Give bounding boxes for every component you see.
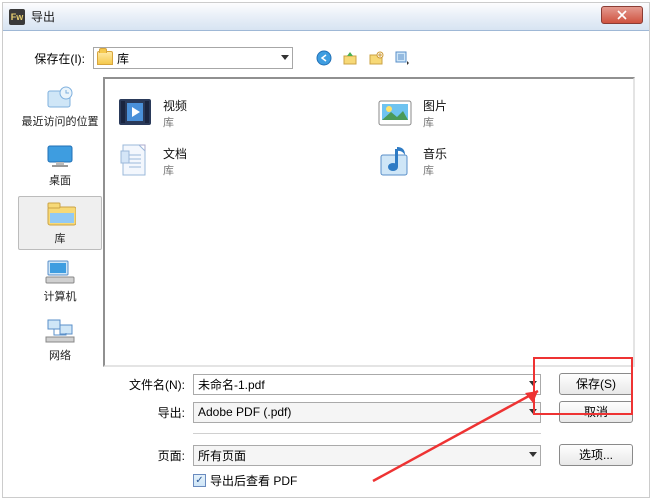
cancel-button[interactable]: 取消 [559, 401, 633, 423]
place-label: 库 [55, 230, 66, 246]
recent-icon [44, 83, 76, 111]
pictures-library-icon [375, 93, 415, 133]
app-icon: Fw [9, 9, 25, 25]
export-value: Adobe PDF (.pdf) [198, 405, 291, 419]
network-icon [44, 317, 76, 345]
lib-name: 文档 [163, 145, 187, 162]
place-desktop[interactable]: 桌面 [18, 137, 102, 191]
close-button[interactable] [601, 6, 643, 24]
filename-value: 未命名-1.pdf [198, 376, 265, 393]
filename-label: 文件名(N): [103, 376, 193, 393]
window-title: 导出 [31, 8, 55, 25]
view-icon[interactable] [393, 49, 411, 67]
save-in-label: 保存在(I): [17, 50, 93, 67]
export-label: 导出: [103, 404, 193, 421]
list-item[interactable]: 音乐库 [375, 137, 555, 185]
up-icon[interactable] [341, 49, 359, 67]
list-item[interactable]: 文档库 [115, 137, 295, 185]
new-folder-icon[interactable] [367, 49, 385, 67]
lib-name: 图片 [423, 97, 447, 114]
lib-name: 视频 [163, 97, 187, 114]
music-library-icon [375, 141, 415, 181]
place-network[interactable]: 网络 [18, 313, 102, 367]
close-icon [617, 10, 627, 20]
file-list[interactable]: 视频库 图片库 文档库 音乐库 [103, 77, 635, 367]
lib-type: 库 [163, 162, 187, 178]
checkbox-label: 导出后查看 PDF [210, 472, 297, 489]
library-icon [44, 200, 76, 228]
export-select[interactable]: Adobe PDF (.pdf) [193, 402, 541, 423]
place-label: 最近访问的位置 [22, 113, 99, 129]
toolbar [315, 49, 411, 67]
lib-type: 库 [163, 114, 187, 130]
back-icon[interactable] [315, 49, 333, 67]
place-recent[interactable]: 最近访问的位置 [18, 79, 102, 133]
lib-name: 音乐 [423, 145, 447, 162]
lib-type: 库 [423, 114, 447, 130]
pages-label: 页面: [103, 447, 193, 464]
list-item[interactable]: 图片库 [375, 89, 555, 137]
place-label: 计算机 [44, 288, 77, 304]
options-button[interactable]: 选项... [559, 444, 633, 466]
place-library[interactable]: 库 [18, 196, 102, 250]
place-label: 网络 [49, 347, 71, 363]
video-library-icon [115, 93, 155, 133]
view-after-export-checkbox[interactable]: ✓ [193, 474, 206, 487]
computer-icon [44, 258, 76, 286]
place-label: 桌面 [49, 172, 71, 188]
lib-type: 库 [423, 162, 447, 178]
pages-select[interactable]: 所有页面 [193, 445, 541, 466]
desktop-icon [44, 142, 76, 170]
chevron-down-icon [529, 381, 537, 386]
filename-input[interactable]: 未命名-1.pdf [193, 374, 541, 395]
documents-library-icon [115, 141, 155, 181]
titlebar: Fw 导出 [3, 3, 649, 31]
chevron-down-icon [529, 452, 537, 457]
list-item[interactable]: 视频库 [115, 89, 295, 137]
chevron-down-icon [281, 55, 289, 60]
save-in-select[interactable]: 库 [93, 47, 293, 69]
divider [193, 433, 541, 434]
folder-icon [97, 51, 113, 65]
save-in-value: 库 [117, 50, 129, 67]
places-bar: 最近访问的位置 桌面 库 计算机 网络 [17, 77, 103, 367]
save-button[interactable]: 保存(S) [559, 373, 633, 395]
place-computer[interactable]: 计算机 [18, 254, 102, 308]
chevron-down-icon [529, 409, 537, 414]
pages-value: 所有页面 [198, 447, 246, 464]
